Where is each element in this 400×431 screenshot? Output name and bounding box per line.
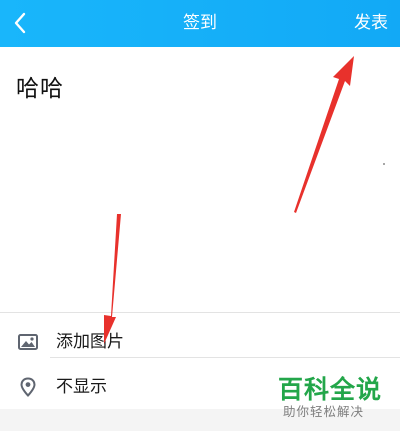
- divider: [50, 357, 400, 358]
- page-title: 签到: [183, 13, 217, 33]
- cursor-dot: [383, 163, 385, 165]
- top-bar: 签到 发表: [0, 0, 400, 47]
- post-editor[interactable]: 哈哈: [0, 47, 400, 312]
- post-text[interactable]: 哈哈: [16, 69, 64, 103]
- image-icon: [18, 334, 38, 350]
- back-button[interactable]: [4, 6, 36, 40]
- location-label: 不显示: [56, 377, 107, 397]
- publish-button[interactable]: 发表: [352, 0, 390, 47]
- watermark-subtitle: 助你轻松解决: [283, 404, 365, 419]
- divider: [0, 312, 400, 313]
- location-pin-icon: [20, 377, 36, 397]
- chevron-left-icon: [14, 12, 26, 34]
